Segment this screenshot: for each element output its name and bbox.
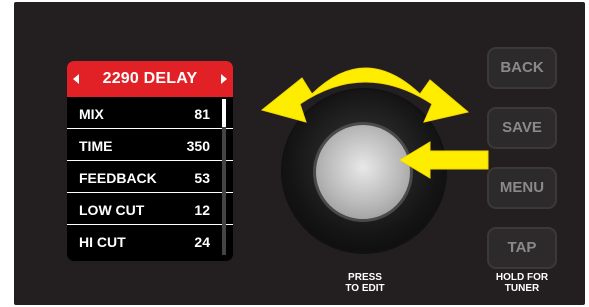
press-arrow-icon bbox=[399, 141, 489, 179]
annotation-overlay bbox=[260, 67, 489, 179]
rotate-arrow-icon bbox=[260, 67, 470, 123]
amp-control-panel: 2290 DELAY MIX 81 TIME 350 FEEDBACK 53 L… bbox=[0, 0, 589, 307]
